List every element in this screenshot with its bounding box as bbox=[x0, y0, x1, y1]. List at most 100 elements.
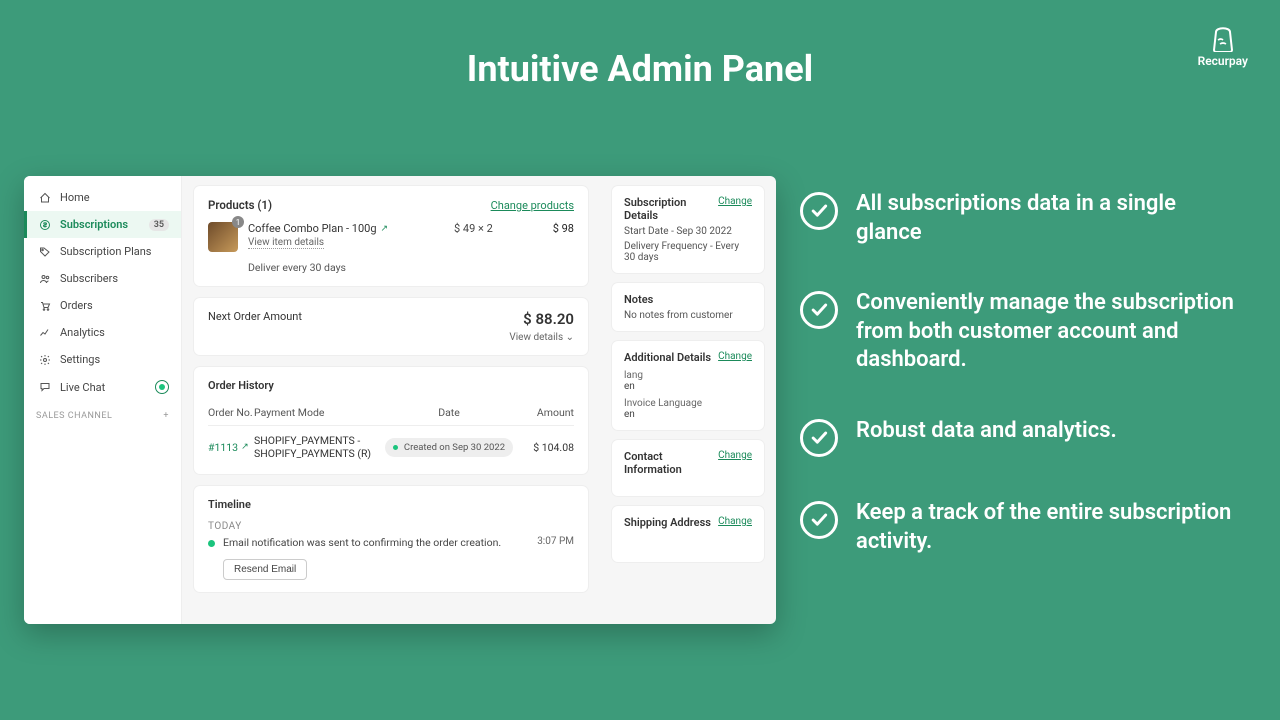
admin-panel: Home Subscriptions 35 Subscription Plans… bbox=[24, 176, 776, 624]
date-pill: Created on Sep 30 2022 bbox=[385, 438, 513, 457]
page-title: Intuitive Admin Panel bbox=[0, 0, 1280, 90]
col-amount: Amount bbox=[524, 406, 574, 419]
order-number-link[interactable]: #1113 ↗ bbox=[208, 441, 254, 454]
sidebar-label: Live Chat bbox=[60, 381, 105, 394]
additional-details-title: Additional Details bbox=[624, 351, 711, 364]
view-details-link[interactable]: View details ⌄ bbox=[509, 332, 574, 343]
live-status-dot bbox=[155, 380, 169, 394]
sidebar-item-home[interactable]: Home bbox=[24, 184, 181, 211]
sales-channel-header: SALES CHANNEL + bbox=[24, 401, 181, 421]
external-link-icon: ↗ bbox=[241, 442, 249, 452]
change-additional-link[interactable]: Change bbox=[718, 351, 752, 362]
change-contact-link[interactable]: Change bbox=[718, 450, 752, 461]
shipping-title: Shipping Address bbox=[624, 516, 711, 529]
order-amount: $ 104.08 bbox=[524, 441, 574, 454]
feature-text: Keep a track of the entire subscription … bbox=[856, 499, 1240, 556]
lang-value: en bbox=[624, 381, 752, 392]
contact-card: Contact Information Change bbox=[612, 440, 764, 496]
timeline-card: Timeline TODAY Email notification was se… bbox=[194, 486, 588, 592]
view-item-details-link[interactable]: View item details bbox=[248, 237, 324, 249]
sidebar-item-subscription-plans[interactable]: Subscription Plans bbox=[24, 238, 181, 265]
col-date: Date bbox=[374, 406, 524, 419]
feature-list: All subscriptions data in a single glanc… bbox=[800, 190, 1240, 598]
sidebar: Home Subscriptions 35 Subscription Plans… bbox=[24, 176, 182, 624]
feature-item: Robust data and analytics. bbox=[800, 417, 1240, 457]
feature-text: Conveniently manage the subscription fro… bbox=[856, 289, 1240, 375]
timeline-entry: Email notification was sent to confirmin… bbox=[208, 536, 574, 551]
notes-title: Notes bbox=[624, 293, 752, 306]
cart-icon bbox=[36, 300, 54, 312]
col-order: Order No. bbox=[208, 406, 254, 419]
sidebar-label: Analytics bbox=[60, 326, 105, 339]
feature-item: All subscriptions data in a single glanc… bbox=[800, 190, 1240, 247]
check-icon bbox=[800, 501, 838, 539]
col-payment: Payment Mode bbox=[254, 406, 374, 419]
sidebar-label: Orders bbox=[60, 299, 93, 312]
sidebar-item-analytics[interactable]: Analytics bbox=[24, 319, 181, 346]
timeline-message: Email notification was sent to confirmin… bbox=[223, 536, 529, 551]
subscription-details-title: Subscription Details bbox=[624, 196, 718, 222]
brand-logo: Recurpay bbox=[1198, 24, 1248, 68]
contact-title: Contact Information bbox=[624, 450, 718, 476]
lang-key: lang bbox=[624, 370, 752, 381]
payment-mode: SHOPIFY_PAYMENTS - SHOPIFY_PAYMENTS (R) bbox=[254, 434, 374, 460]
sidebar-item-subscriptions[interactable]: Subscriptions 35 bbox=[24, 211, 181, 238]
change-shipping-link[interactable]: Change bbox=[718, 516, 752, 527]
subscription-details-card: Subscription Details Change Start Date -… bbox=[612, 186, 764, 273]
external-link-icon[interactable]: ↗ bbox=[381, 224, 389, 234]
product-name: Coffee Combo Plan - 100g bbox=[248, 222, 377, 235]
dollar-icon bbox=[36, 219, 54, 231]
additional-details-card: Additional Details Change lang en Invoic… bbox=[612, 341, 764, 430]
delivery-frequency: Delivery Frequency - Every 30 days bbox=[624, 241, 752, 263]
tag-icon bbox=[36, 246, 54, 258]
sidebar-item-live-chat[interactable]: Live Chat bbox=[24, 373, 181, 401]
sidebar-item-settings[interactable]: Settings bbox=[24, 346, 181, 373]
table-header: Order No. Payment Mode Date Amount bbox=[208, 400, 574, 426]
sidebar-label: Subscription Plans bbox=[60, 245, 152, 258]
order-history-card: Order History Order No. Payment Mode Dat… bbox=[194, 367, 588, 474]
product-thumbnail bbox=[208, 222, 238, 252]
add-channel-icon[interactable]: + bbox=[163, 411, 169, 421]
main-column: Products (1) Change products Coffee Comb… bbox=[182, 176, 600, 624]
timeline-title: Timeline bbox=[208, 498, 574, 511]
subscriptions-count-badge: 35 bbox=[149, 219, 169, 231]
invoice-language-value: en bbox=[624, 409, 752, 420]
notes-body: No notes from customer bbox=[624, 310, 752, 321]
order-history-title: Order History bbox=[208, 379, 574, 392]
resend-email-button[interactable]: Resend Email bbox=[223, 559, 307, 580]
chat-icon bbox=[36, 381, 54, 393]
check-icon bbox=[800, 419, 838, 457]
timeline-today-label: TODAY bbox=[208, 521, 574, 532]
analytics-icon bbox=[36, 327, 54, 339]
shipping-card: Shipping Address Change bbox=[612, 506, 764, 562]
product-row: Coffee Combo Plan - 100g ↗ View item det… bbox=[208, 222, 574, 274]
start-date: Start Date - Sep 30 2022 bbox=[624, 226, 752, 237]
bag-icon bbox=[1208, 24, 1238, 52]
brand-name: Recurpay bbox=[1198, 54, 1248, 68]
gear-icon bbox=[36, 354, 54, 366]
users-icon bbox=[36, 273, 54, 285]
timeline-dot-icon bbox=[208, 540, 215, 547]
feature-item: Conveniently manage the subscription fro… bbox=[800, 289, 1240, 375]
next-order-label: Next Order Amount bbox=[208, 310, 302, 323]
next-order-card: Next Order Amount $ 88.20 View details ⌄ bbox=[194, 298, 588, 355]
products-card: Products (1) Change products Coffee Comb… bbox=[194, 186, 588, 286]
sidebar-item-orders[interactable]: Orders bbox=[24, 292, 181, 319]
delivery-frequency: Deliver every 30 days bbox=[248, 261, 454, 274]
change-subscription-link[interactable]: Change bbox=[718, 196, 752, 207]
feature-text: All subscriptions data in a single glanc… bbox=[856, 190, 1240, 247]
sidebar-item-subscribers[interactable]: Subscribers bbox=[24, 265, 181, 292]
change-products-link[interactable]: Change products bbox=[491, 199, 574, 212]
products-title: Products (1) bbox=[208, 198, 272, 212]
sidebar-label: Home bbox=[60, 191, 90, 204]
order-number: #1113 bbox=[208, 441, 238, 454]
table-row: #1113 ↗ SHOPIFY_PAYMENTS - SHOPIFY_PAYME… bbox=[208, 426, 574, 468]
feature-text: Robust data and analytics. bbox=[856, 417, 1117, 446]
sidebar-label: Subscribers bbox=[60, 272, 118, 285]
check-icon bbox=[800, 291, 838, 329]
product-unit-price: $ 49 × 2 bbox=[454, 222, 524, 235]
feature-item: Keep a track of the entire subscription … bbox=[800, 499, 1240, 556]
next-order-amount: $ 88.20 bbox=[509, 310, 574, 328]
invoice-language-key: Invoice Language bbox=[624, 398, 752, 409]
timeline-time: 3:07 PM bbox=[537, 536, 574, 547]
